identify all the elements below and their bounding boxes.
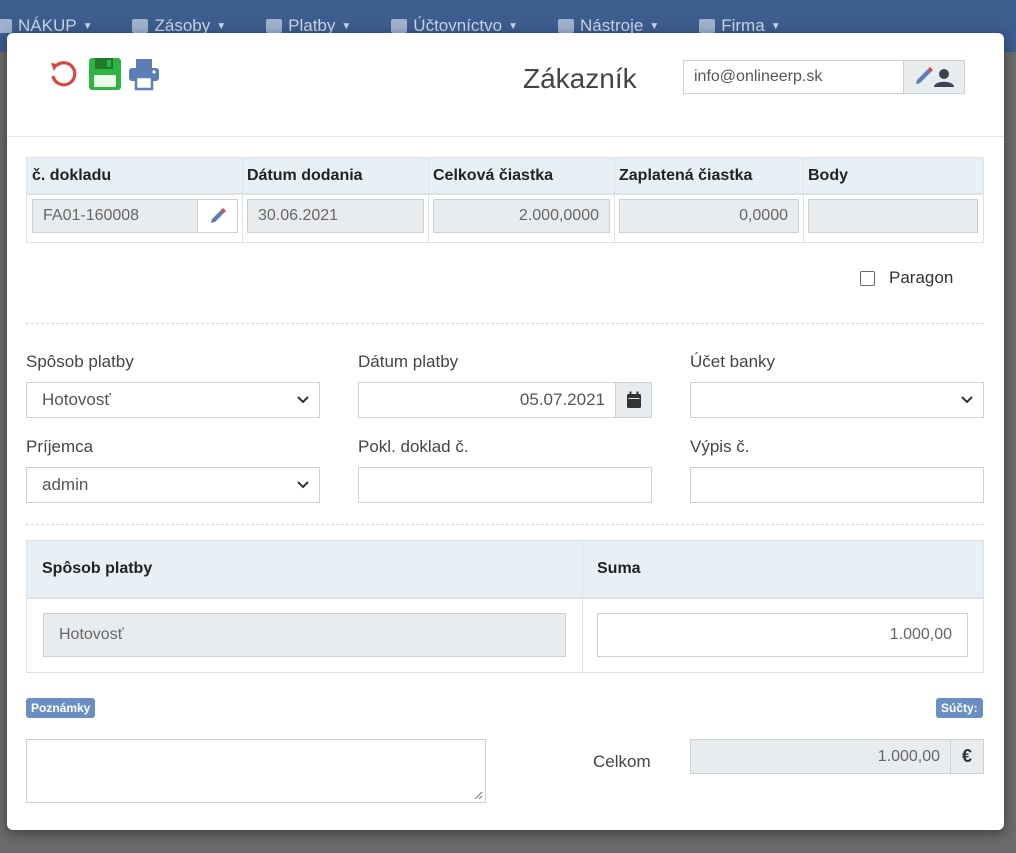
cash-doc-input[interactable] <box>358 467 652 503</box>
undo-icon <box>51 61 77 87</box>
pencil-icon <box>210 208 226 223</box>
paragon-label: Paragon <box>889 268 954 287</box>
paragon-checkbox-row[interactable]: Paragon <box>860 268 953 288</box>
calendar-button[interactable] <box>615 382 652 418</box>
modal-header: Zákazník info@onlineerp.sk <box>7 33 1004 137</box>
total-label: Celkom <box>593 752 651 771</box>
column-divider <box>582 541 583 672</box>
chevron-down-icon <box>961 396 973 404</box>
col-points: Body <box>808 167 848 184</box>
col-delivery-date: Dátum dodania <box>247 167 363 184</box>
edit-customer-button[interactable] <box>903 60 965 94</box>
payment-method-select[interactable]: Hotovosť <box>26 382 320 418</box>
caret-down-icon: ▼ <box>508 20 519 32</box>
save-icon <box>89 58 121 90</box>
customer-field[interactable]: info@onlineerp.sk <box>683 60 903 94</box>
payment-row-amount[interactable]: 1.000,00 <box>597 613 968 657</box>
payment-method-value: Hotovosť <box>42 390 111 409</box>
caret-down-icon: ▼ <box>82 20 93 32</box>
notes-badge: Poznámky <box>26 698 96 718</box>
payment-method-label: Spôsob platby <box>26 352 134 371</box>
col-payment-method: Spôsob platby <box>42 560 153 577</box>
column-divider <box>428 158 429 242</box>
caret-down-icon: ▼ <box>649 20 660 32</box>
calendar-icon <box>626 391 641 408</box>
save-button[interactable] <box>88 57 122 91</box>
recipient-label: Príjemca <box>26 437 94 456</box>
divider <box>26 323 984 324</box>
print-icon <box>129 59 159 91</box>
list-icon <box>0 19 12 33</box>
column-divider <box>803 158 804 242</box>
column-divider <box>242 158 243 242</box>
resize-grip-icon[interactable] <box>473 790 483 800</box>
divider <box>26 524 984 525</box>
payment-modal: Zákazník info@onlineerp.sk č. dokladu Dá… <box>7 33 1004 830</box>
col-paid-amount: Zaplatená čiastka <box>619 167 753 184</box>
bank-account-select[interactable] <box>690 382 984 418</box>
recipient-value: admin <box>42 475 89 494</box>
column-divider <box>614 158 615 242</box>
print-button[interactable] <box>127 57 161 91</box>
box-icon <box>132 19 149 33</box>
payment-date-input[interactable]: 05.07.2021 <box>358 382 616 418</box>
cash-doc-label: Pokl. doklad č. <box>358 437 469 456</box>
payments-table-header: Spôsob platby Suma <box>27 541 983 599</box>
payment-row-method: Hotovosť <box>43 613 566 657</box>
paragon-checkbox[interactable] <box>860 270 875 286</box>
gear-icon <box>699 19 716 33</box>
wrench-icon <box>558 19 575 33</box>
caret-down-icon: ▼ <box>216 20 227 32</box>
caret-down-icon: ▼ <box>341 20 352 32</box>
payment-date-label: Dátum platby <box>358 352 459 371</box>
chevron-down-icon <box>297 481 309 489</box>
bank-account-label: Účet banky <box>690 352 776 371</box>
recipient-select[interactable]: admin <box>26 467 320 503</box>
invoice-table: č. dokladu Dátum dodania Celková čiastka… <box>26 157 984 243</box>
delivery-date-field: 30.06.2021 <box>247 199 424 233</box>
total-value-field: 1.000,00 <box>690 739 951 774</box>
statement-label: Výpis č. <box>690 437 750 456</box>
chevron-down-icon <box>297 396 309 404</box>
invoice-table-header: č. dokladu Dátum dodania Celková čiastka… <box>27 158 983 195</box>
book-icon <box>391 19 408 33</box>
undo-button[interactable] <box>46 57 80 91</box>
doc-no-field: FA01-160008 <box>32 199 198 233</box>
totals-badge: Súčty: <box>936 698 983 718</box>
col-total-amount: Celková čiastka <box>433 167 554 184</box>
points-field <box>808 199 978 233</box>
modal-title: Zákazník <box>523 63 637 94</box>
currency-euro-addon: € <box>950 739 984 774</box>
caret-down-icon: ▼ <box>770 20 781 32</box>
paid-amount-field: 0,0000 <box>619 199 799 233</box>
money-icon <box>266 19 283 33</box>
total-amount-field: 2.000,0000 <box>433 199 610 233</box>
statement-input[interactable] <box>690 467 984 503</box>
edit-doc-button[interactable] <box>197 199 238 233</box>
notes-textarea[interactable] <box>26 739 486 803</box>
col-amount: Suma <box>597 560 641 577</box>
payments-table: Spôsob platby Suma Hotovosť 1.000,00 <box>26 540 984 673</box>
col-doc-no: č. dokladu <box>32 167 112 184</box>
edit-user-icon <box>916 67 954 87</box>
